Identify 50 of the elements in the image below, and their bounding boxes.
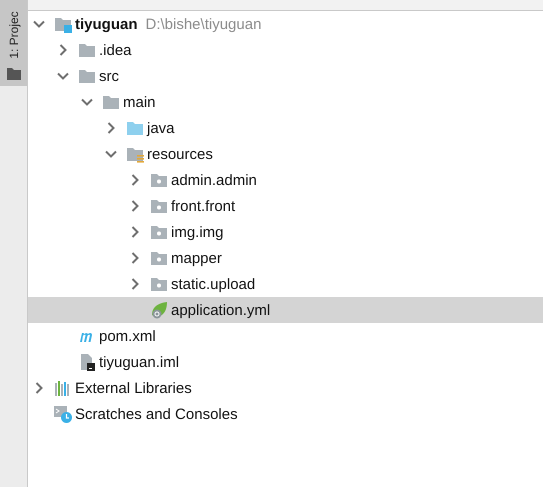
file-icon	[78, 353, 96, 371]
item-label: front.front	[171, 198, 236, 214]
tree-item[interactable]: java	[28, 115, 543, 141]
package-folder-icon	[150, 171, 168, 189]
item-label: External Libraries	[75, 380, 192, 396]
tree-item[interactable]: static.upload	[28, 271, 543, 297]
tree-item[interactable]: mapper	[28, 245, 543, 271]
tree-item[interactable]: img.img	[28, 219, 543, 245]
folder-icon	[126, 119, 144, 137]
folder-icon	[78, 41, 96, 59]
item-label: pom.xml	[99, 328, 156, 344]
project-tool-tab[interactable]: 1: Projec	[0, 0, 27, 86]
tree-item[interactable]: .idea	[28, 37, 543, 63]
leaf-icon	[150, 301, 168, 319]
folder-icon	[6, 68, 20, 80]
tree-item[interactable]: resources	[28, 141, 543, 167]
libraries-icon	[54, 379, 72, 397]
package-folder-icon	[150, 223, 168, 241]
package-folder-icon	[150, 197, 168, 215]
tree-item[interactable]: src	[28, 63, 543, 89]
item-label: .idea	[99, 42, 132, 58]
item-label: src	[99, 68, 119, 84]
package-folder-icon	[150, 249, 168, 267]
item-label: static.upload	[171, 276, 256, 292]
tree-item[interactable]: main	[28, 89, 543, 115]
item-label: application.yml	[171, 302, 270, 318]
package-folder-icon	[150, 275, 168, 293]
item-label: img.img	[171, 224, 224, 240]
item-label: mapper	[171, 250, 222, 266]
item-label: tiyuguan	[75, 16, 138, 32]
console-clock-icon	[54, 405, 72, 423]
resources-folder-icon	[126, 145, 144, 163]
tree-item[interactable]: External Libraries	[28, 375, 543, 401]
item-label: Scratches and Consoles	[75, 406, 238, 422]
tree-item[interactable]: pom.xml	[28, 323, 543, 349]
item-label: admin.admin	[171, 172, 257, 188]
item-path: D:\bishe\tiyuguan	[146, 16, 262, 32]
tree-item[interactable]: application.yml	[28, 297, 543, 323]
item-label: tiyuguan.iml	[99, 354, 180, 370]
tree-item[interactable]: admin.admin	[28, 167, 543, 193]
tree-item[interactable]: tiyuguan.iml	[28, 349, 543, 375]
folder-icon	[78, 67, 96, 85]
item-label: resources	[147, 146, 213, 162]
module-folder-icon	[54, 15, 72, 33]
tree-item[interactable]: Scratches and Consoles	[28, 401, 543, 427]
tree-item[interactable]: tiyuguan D:\bishe\tiyuguan	[28, 11, 543, 37]
folder-icon	[102, 93, 120, 111]
tree-item[interactable]: front.front	[28, 193, 543, 219]
item-label: main	[123, 94, 156, 110]
item-label: java	[147, 120, 175, 136]
